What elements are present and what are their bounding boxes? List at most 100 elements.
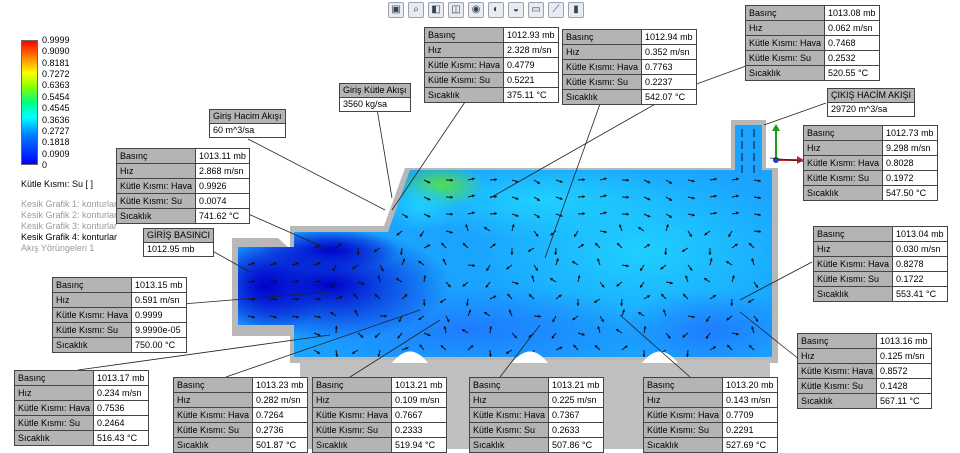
probe-table-p5: Basınç1012.73 mbHız9.298 m/snKütle Kısmı… xyxy=(803,125,938,201)
probe-key: Kütle Kısmı: Su xyxy=(804,171,883,186)
probe-value: 1013.08 mb xyxy=(825,6,880,21)
probe-key: Kütle Kısmı: Hava xyxy=(15,401,94,416)
probe-key: Kütle Kısmı: Su xyxy=(313,423,392,438)
probe-value: 9.9990e-05 xyxy=(132,323,187,338)
probe-key: Basınç xyxy=(814,227,893,242)
probe-key: Hız xyxy=(814,242,893,257)
probe-key: Hız xyxy=(15,386,94,401)
probe-value: 516.43 °C xyxy=(94,431,149,446)
probe-key: Basınç xyxy=(798,334,877,349)
probe-table-p2: Basınç1012.93 mbHız2.328 m/snKütle Kısmı… xyxy=(424,27,559,103)
probe-key: Kütle Kısmı: Su xyxy=(425,73,504,88)
probe-value: 553.41 °C xyxy=(893,287,948,302)
probe-key: Hız xyxy=(798,349,877,364)
probe-key: Kütle Kısmı: Hava xyxy=(53,308,132,323)
probe-value: 0.8028 xyxy=(883,156,938,171)
probe-key: Kütle Kısmı: Hava xyxy=(563,60,642,75)
probe-value: 0.591 m/sn xyxy=(132,293,187,308)
probe-value: 1013.15 mb xyxy=(132,278,187,293)
probe-key: Sıcaklık xyxy=(798,394,877,409)
inlet-mass-flow-label: Giriş Kütle Akışı 3560 kg/sa xyxy=(339,83,411,112)
probe-value: 1013.21 mb xyxy=(392,378,447,393)
probe-value: 507.86 °C xyxy=(549,438,604,453)
probe-key: Sıcaklık xyxy=(470,438,549,453)
probe-key: Sıcaklık xyxy=(425,88,504,103)
probe-value: 750.00 °C xyxy=(132,338,187,353)
probe-key: Sıcaklık xyxy=(814,287,893,302)
probe-value: 1012.73 mb xyxy=(883,126,938,141)
probe-value: 501.87 °C xyxy=(253,438,308,453)
probe-value: 0.7763 xyxy=(642,60,697,75)
probe-key: Basınç xyxy=(15,371,94,386)
probe-value: 0.7667 xyxy=(392,408,447,423)
probe-value: 0.7264 xyxy=(253,408,308,423)
axis-triad-icon xyxy=(772,124,804,164)
probe-key: Kütle Kısmı: Hava xyxy=(804,156,883,171)
probe-key: Basınç xyxy=(53,278,132,293)
probe-value: 0.109 m/sn xyxy=(392,393,447,408)
probe-key: Sıcaklık xyxy=(746,66,825,81)
probe-value: 0.7536 xyxy=(94,401,149,416)
probe-value: 0.1972 xyxy=(883,171,938,186)
probe-key: Kütle Kısmı: Su xyxy=(644,423,723,438)
probe-value: 0.1722 xyxy=(893,272,948,287)
probe-key: Kütle Kısmı: Su xyxy=(470,423,549,438)
probe-key: Basınç xyxy=(117,149,196,164)
outlet-volume-flow-label: ÇIKIŞ HACİM AKIŞI 29720 m^3/sa xyxy=(827,88,915,117)
probe-value: 0.7709 xyxy=(723,408,778,423)
probe-key: Kütle Kısmı: Su xyxy=(15,416,94,431)
probe-value: 0.2464 xyxy=(94,416,149,431)
probe-value: 0.2633 xyxy=(549,423,604,438)
probe-key: Basınç xyxy=(563,30,642,45)
probe-key: Sıcaklık xyxy=(53,338,132,353)
probe-key: Kütle Kısmı: Hava xyxy=(470,408,549,423)
probe-key: Sıcaklık xyxy=(563,90,642,105)
probe-value: 0.2291 xyxy=(723,423,778,438)
probe-key: Hız xyxy=(804,141,883,156)
probe-value: 0.8572 xyxy=(877,364,932,379)
probe-value: 0.062 m/sn xyxy=(825,21,880,36)
probe-value: 0.7367 xyxy=(549,408,604,423)
probe-value: 0.0074 xyxy=(196,194,250,209)
probe-value: 0.352 m/sn xyxy=(642,45,697,60)
probe-value: 0.2736 xyxy=(253,423,308,438)
probe-value: 0.234 m/sn xyxy=(94,386,149,401)
probe-value: 1013.20 mb xyxy=(723,378,778,393)
probe-key: Basınç xyxy=(313,378,392,393)
probe-key: Sıcaklık xyxy=(15,431,94,446)
probe-key: Kütle Kısmı: Hava xyxy=(798,364,877,379)
probe-key: Hız xyxy=(53,293,132,308)
probe-value: 0.125 m/sn xyxy=(877,349,932,364)
probe-value: 542.07 °C xyxy=(642,90,697,105)
probe-value: 0.4779 xyxy=(504,58,559,73)
probe-value: 9.298 m/sn xyxy=(883,141,938,156)
probe-key: Sıcaklık xyxy=(644,438,723,453)
probe-key: Hız xyxy=(425,43,504,58)
probe-table-p7: Basınç1013.15 mbHız0.591 m/snKütle Kısmı… xyxy=(52,277,187,353)
probe-key: Kütle Kısmı: Su xyxy=(53,323,132,338)
probe-key: Kütle Kısmı: Su xyxy=(814,272,893,287)
probe-key: Kütle Kısmı: Hava xyxy=(117,179,196,194)
probe-key: Kütle Kısmı: Hava xyxy=(746,36,825,51)
probe-value: 520.55 °C xyxy=(825,66,880,81)
probe-value: 567.11 °C xyxy=(877,394,932,409)
probe-key: Basınç xyxy=(746,6,825,21)
probe-key: Basınç xyxy=(644,378,723,393)
probe-value: 0.9999 xyxy=(132,308,187,323)
contour-field xyxy=(205,120,810,375)
probe-value: 2.868 m/sn xyxy=(196,164,250,179)
probe-key: Basınç xyxy=(425,28,504,43)
inlet-pressure-label: GİRİŞ BASINCI 1012.95 mb xyxy=(143,228,214,257)
probe-key: Kütle Kısmı: Hava xyxy=(313,408,392,423)
probe-table-p11: Basınç1013.21 mbHız0.109 m/snKütle Kısmı… xyxy=(312,377,447,453)
probe-value: 741.62 °C xyxy=(196,209,250,224)
probe-key: Kütle Kısmı: Hava xyxy=(644,408,723,423)
probe-value: 0.7468 xyxy=(825,36,880,51)
probe-key: Hız xyxy=(117,164,196,179)
probe-table-p1: Basınç1013.11 mbHız2.868 m/snKütle Kısmı… xyxy=(116,148,250,224)
probe-key: Hız xyxy=(746,21,825,36)
probe-table-p3: Basınç1012.94 mbHız0.352 m/snKütle Kısmı… xyxy=(562,29,697,105)
probe-key: Sıcaklık xyxy=(804,186,883,201)
probe-table-p6: Basınç1013.04 mbHız0.030 m/snKütle Kısmı… xyxy=(813,226,948,302)
probe-key: Basınç xyxy=(804,126,883,141)
